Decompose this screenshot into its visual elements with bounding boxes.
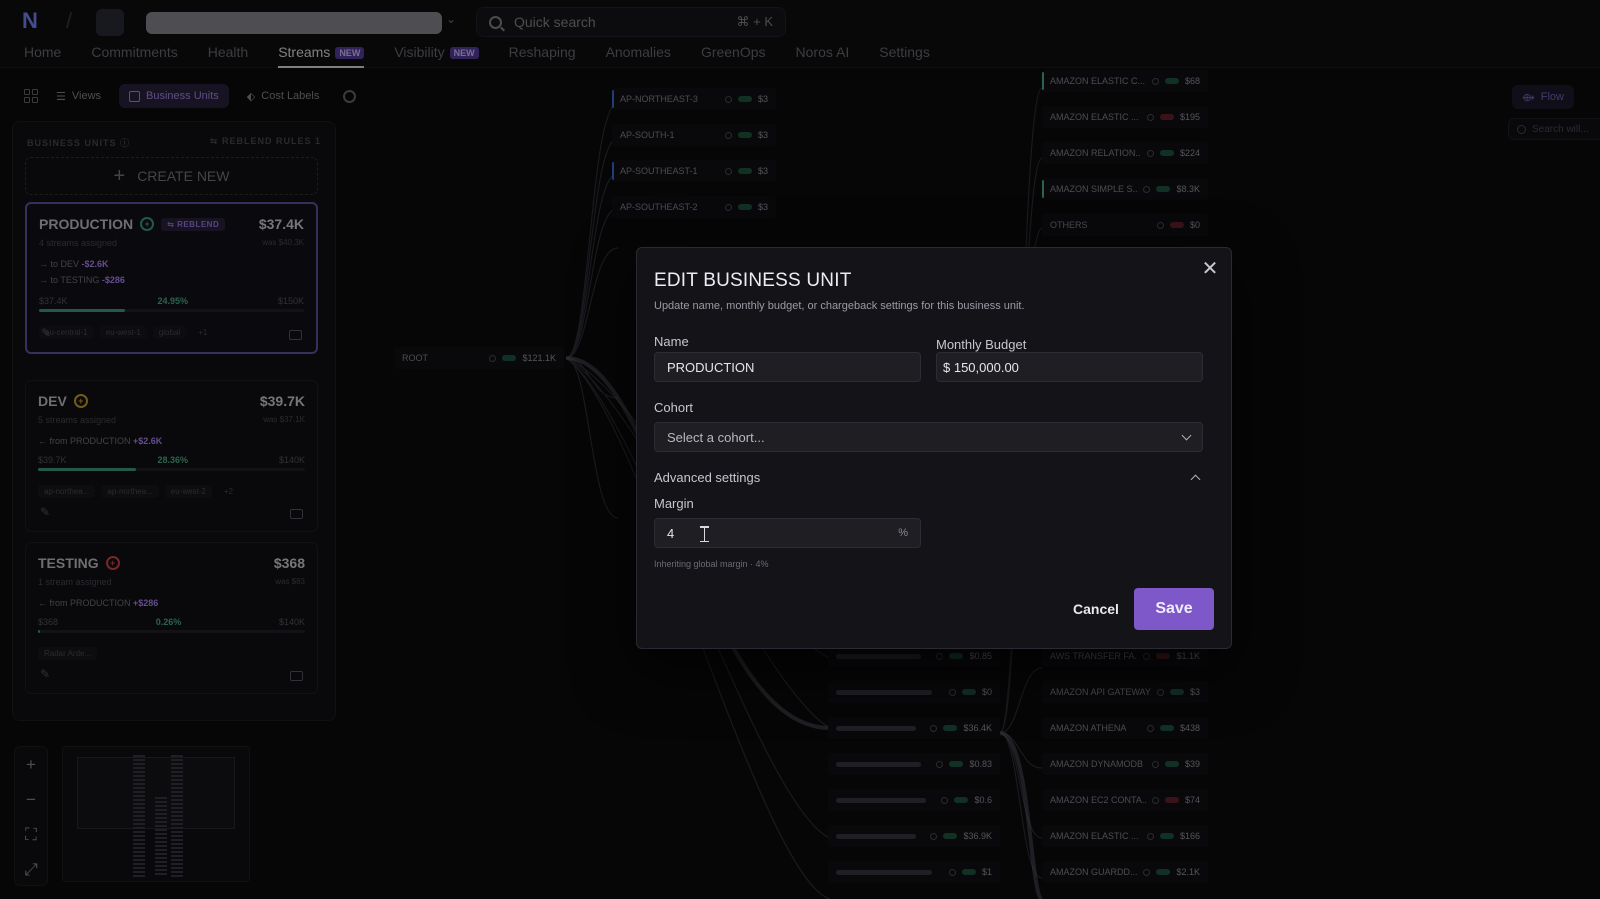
advanced-settings-toggle[interactable]: Advanced settings bbox=[654, 470, 760, 485]
monthly-budget-field[interactable]: $ 150,000.00 bbox=[936, 352, 1203, 382]
dialog-title: EDIT BUSINESS UNIT bbox=[654, 270, 852, 291]
text-cursor-icon bbox=[700, 526, 712, 542]
cohort-select[interactable]: Select a cohort... bbox=[654, 422, 1203, 452]
cancel-button[interactable]: Cancel bbox=[1065, 589, 1127, 629]
dialog-description: Update name, monthly budget, or chargeba… bbox=[654, 300, 1025, 312]
chevron-down-icon bbox=[1181, 430, 1192, 440]
cohort-label: Cohort bbox=[654, 400, 694, 415]
margin-label: Margin bbox=[654, 496, 694, 511]
chevron-up-icon[interactable] bbox=[1190, 474, 1201, 485]
percent-suffix: % bbox=[898, 527, 908, 539]
save-button[interactable]: Save bbox=[1134, 588, 1214, 630]
margin-input[interactable]: 4 % bbox=[654, 518, 921, 548]
name-field[interactable]: PRODUCTION bbox=[654, 352, 921, 382]
monthly-budget-label: Monthly Budget bbox=[936, 337, 1027, 352]
margin-hint: Inheriting global margin · 4% bbox=[654, 559, 769, 569]
name-label: Name bbox=[654, 334, 689, 349]
close-icon[interactable]: ✕ bbox=[1201, 259, 1219, 279]
edit-business-unit-dialog: EDIT BUSINESS UNIT Update name, monthly … bbox=[636, 247, 1232, 649]
